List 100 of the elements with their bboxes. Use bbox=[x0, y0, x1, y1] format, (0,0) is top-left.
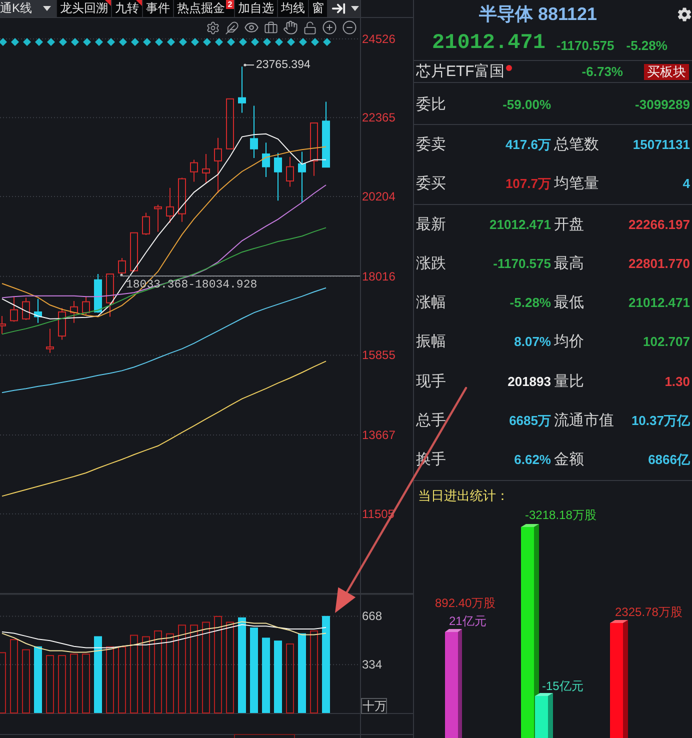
briefcase-icon[interactable] bbox=[264, 20, 278, 34]
candlestick bbox=[154, 204, 162, 232]
quote-label: 振幅 bbox=[416, 333, 447, 352]
quote-value: 4 bbox=[682, 176, 690, 192]
eye-icon[interactable] bbox=[244, 20, 259, 35]
scrollbar-thumb[interactable] bbox=[234, 734, 295, 738]
hand-icon[interactable] bbox=[283, 20, 298, 35]
diamond-marker-icon bbox=[119, 38, 127, 46]
quote-value: 102.707 bbox=[643, 334, 690, 350]
diamond-marker-icon bbox=[0, 38, 7, 46]
settings-icon[interactable] bbox=[677, 6, 692, 22]
flow-value-label: 2325.78万股 bbox=[615, 604, 682, 619]
quote-label: 均价 bbox=[554, 333, 584, 352]
diamond-marker-icon bbox=[299, 38, 307, 46]
lock-icon[interactable] bbox=[303, 20, 317, 34]
candlestick bbox=[214, 137, 222, 194]
volume-bar bbox=[118, 646, 126, 714]
leader-line bbox=[244, 64, 254, 66]
diamond-marker-icon bbox=[311, 38, 319, 46]
diamond-marker-icon bbox=[227, 38, 235, 46]
volume-axis-label: 334 bbox=[362, 658, 382, 672]
diamond-marker-icon bbox=[155, 38, 163, 46]
diamond-marker-icon bbox=[11, 38, 19, 46]
diamond-marker-icon bbox=[179, 38, 187, 46]
candlestick bbox=[118, 257, 126, 275]
chart-type-dropdown[interactable]: 通K线 bbox=[0, 0, 56, 17]
minus-circle-icon[interactable] bbox=[342, 20, 357, 35]
quote-label: 委比 bbox=[416, 96, 447, 114]
quote-value: -5.28% bbox=[510, 295, 551, 312]
quote-value: 15071131 bbox=[632, 136, 690, 153]
toolbar-tab[interactable]: 窗 bbox=[309, 0, 328, 17]
volume-unit-label: 十万 bbox=[361, 698, 387, 714]
volume-axis-label: 668 bbox=[362, 609, 382, 624]
quote-value: 21012.471 bbox=[490, 216, 551, 233]
settings-icon[interactable] bbox=[206, 20, 220, 34]
candlestick bbox=[34, 298, 42, 324]
quote-label: 最高 bbox=[554, 254, 584, 273]
candlestick bbox=[274, 152, 282, 202]
quote-value: 6.62% bbox=[514, 452, 551, 468]
quote-label: 金额 bbox=[554, 451, 584, 470]
quote-value: -59.00% bbox=[502, 96, 551, 113]
candlestick bbox=[58, 307, 66, 340]
quote-value: -3099289 bbox=[635, 96, 690, 113]
flow-value-label: 892.40万股 bbox=[435, 596, 496, 610]
quote-value: 22801.770 bbox=[628, 256, 690, 272]
percent-change: -5.28% bbox=[626, 36, 668, 54]
candlestick bbox=[250, 105, 258, 158]
candlestick bbox=[142, 212, 150, 236]
quote-value: 21012.471 bbox=[628, 295, 690, 312]
etf-percent-change: -6.73% bbox=[582, 64, 623, 80]
buy-sector-button[interactable]: 买板块 bbox=[644, 64, 689, 80]
volume-bar bbox=[58, 655, 66, 714]
quote-label: 委买 bbox=[416, 175, 447, 194]
toolbar-tab[interactable]: 热点掘金 2 bbox=[174, 0, 234, 17]
quote-label: 流通市值 bbox=[554, 412, 614, 430]
quote-label: 总笔数 bbox=[554, 136, 599, 154]
diamond-marker-icon bbox=[191, 38, 199, 46]
diamond-marker-icon bbox=[83, 38, 91, 46]
flow-value-label: -3218.18万股 bbox=[525, 508, 596, 522]
quote-value: 417.6万 bbox=[505, 136, 551, 153]
price-axis-label: 18016 bbox=[362, 269, 396, 284]
caret-icon bbox=[43, 6, 52, 11]
diamond-marker-icon bbox=[275, 38, 283, 46]
toolbar-tab[interactable]: 龙头回溯 bbox=[57, 0, 112, 17]
quote-label: 总手 bbox=[416, 412, 447, 430]
diamond-marker-icon bbox=[71, 38, 79, 46]
candlestick bbox=[166, 187, 174, 224]
quote-value: 1.30 bbox=[664, 374, 690, 390]
diamond-marker-icon bbox=[239, 38, 247, 46]
flow-stats-title: 当日进出统计： bbox=[418, 488, 509, 503]
count-badge: 2 bbox=[226, 0, 234, 9]
flow-value-label: 21亿元 bbox=[449, 614, 486, 628]
volume-bar bbox=[70, 654, 78, 714]
candlestick bbox=[190, 159, 198, 182]
toolbar-tab[interactable]: 九转 bbox=[112, 0, 142, 17]
candlestick bbox=[10, 296, 18, 322]
feather-icon[interactable] bbox=[225, 20, 239, 34]
diamond-marker-icon bbox=[251, 38, 259, 46]
quote-value: 10.37万亿 bbox=[631, 413, 690, 430]
toolbar-tab[interactable]: 加自选 bbox=[235, 0, 278, 17]
price-axis-label: 20204 bbox=[362, 190, 396, 204]
diamond-marker-icon bbox=[35, 38, 43, 46]
quote-value: 201893 bbox=[508, 374, 551, 390]
flow-value-label: -15亿元 bbox=[542, 678, 584, 693]
candlestick bbox=[106, 274, 114, 318]
quote-label: 涨跌 bbox=[416, 254, 447, 273]
caret-icon[interactable] bbox=[351, 6, 360, 11]
candlestick bbox=[82, 296, 90, 316]
candlestick bbox=[226, 98, 234, 150]
candlestick bbox=[262, 142, 270, 178]
quote-label: 最新 bbox=[416, 216, 447, 234]
arrow-to-line-icon[interactable] bbox=[331, 1, 346, 16]
toolbar-tab[interactable]: 事件 bbox=[143, 0, 174, 17]
quote-value: -1170.575 bbox=[493, 256, 551, 272]
candlestick bbox=[322, 101, 330, 168]
candlestick bbox=[202, 153, 210, 184]
toolbar-tab[interactable]: 均线 bbox=[278, 0, 308, 17]
candlestick bbox=[286, 156, 294, 188]
diamond-marker-icon bbox=[107, 38, 115, 46]
plus-circle-icon[interactable] bbox=[322, 20, 337, 35]
